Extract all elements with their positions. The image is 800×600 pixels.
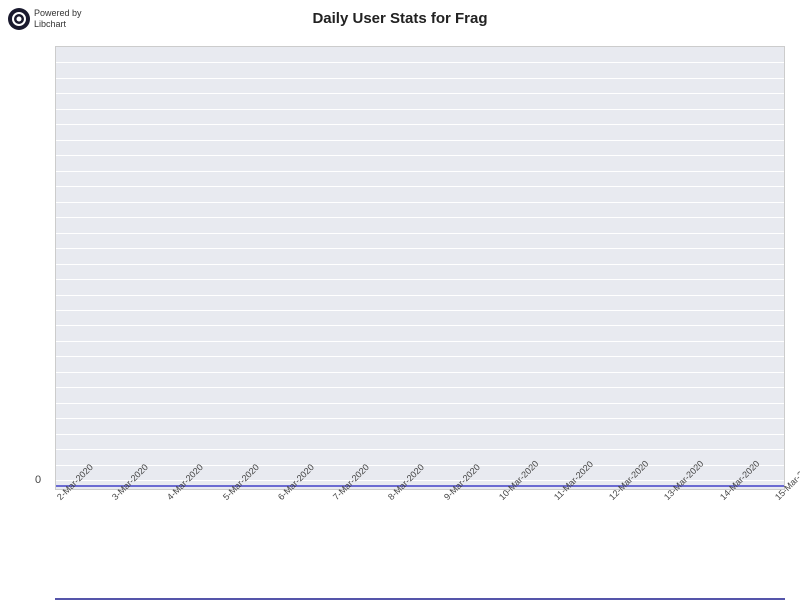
x-axis-label-wrap: 13-Mar-2020 [662, 495, 674, 505]
x-axis-label-wrap: 8-Mar-2020 [386, 495, 398, 505]
x-axis-label-wrap: 10-Mar-2020 [497, 495, 509, 505]
y-axis-label-0: 0 [35, 474, 41, 486]
x-axis-label-wrap: 5-Mar-2020 [221, 495, 233, 505]
chart-title: Daily User Stats for Frag [0, 10, 800, 27]
x-axis-label-wrap: 15-Mar-2020 [773, 495, 785, 505]
x-axis-label-wrap: 9-Mar-2020 [442, 495, 454, 505]
x-axis-label-wrap: 7-Mar-2020 [331, 495, 343, 505]
x-axis-label-wrap: 14-Mar-2020 [718, 495, 730, 505]
x-axis-label-wrap: 3-Mar-2020 [110, 495, 122, 505]
chart-plot-area [55, 46, 785, 490]
chart-container: Powered by Libchart Daily User Stats for… [0, 0, 800, 600]
x-axis-label-wrap: 4-Mar-2020 [165, 495, 177, 505]
x-axis-label-wrap: 2-Mar-2020 [55, 495, 67, 505]
x-axis-label-wrap: 11-Mar-2020 [552, 495, 564, 505]
x-axis-label-wrap: 6-Mar-2020 [276, 495, 288, 505]
x-axis-label-wrap: 12-Mar-2020 [607, 495, 619, 505]
x-axis: 2-Mar-2020 3-Mar-2020 4-Mar-2020 5-Mar-2020… [55, 490, 785, 595]
